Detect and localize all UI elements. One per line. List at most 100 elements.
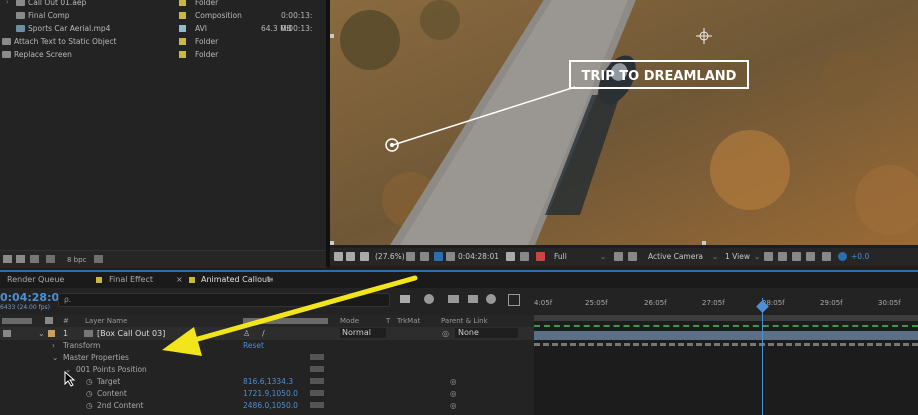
time-ruler[interactable]: 4:05f 25:05f 26:05f 27:05f 28:05f 29:05f 30:05… xyxy=(534,288,918,315)
transparency-grid-icon[interactable] xyxy=(446,252,455,261)
folder-icon xyxy=(2,38,11,45)
exposure-reset-icon[interactable] xyxy=(838,252,847,261)
pickwhip-icon[interactable]: ◎ xyxy=(442,327,449,340)
timeline-graph[interactable]: 4:05f 25:05f 26:05f 27:05f 28:05f 29:05f 30:05… xyxy=(534,288,918,415)
project-item[interactable]: Replace Screen Folder xyxy=(0,48,326,61)
draft-3d-icon[interactable] xyxy=(778,252,787,261)
project-item[interactable]: Final Comp Composition 0:00:13: xyxy=(0,9,326,22)
ruler-tick-label: 4:05f xyxy=(534,299,553,307)
current-time[interactable]: 0:04:28:01 xyxy=(458,252,499,261)
snapshot-icon[interactable] xyxy=(506,252,515,261)
property-row[interactable]: ⌄ 001 Points Position xyxy=(0,364,534,376)
stopwatch-icon[interactable]: ◷ xyxy=(86,400,93,412)
stopwatch-icon[interactable]: ◷ xyxy=(86,388,93,400)
show-snapshot-icon[interactable] xyxy=(520,252,529,261)
project-settings-icon[interactable] xyxy=(46,255,55,263)
column-layer-name[interactable]: Layer Name xyxy=(85,315,127,327)
project-item[interactable]: Sports Car Aerial.mp4 AVI 64.3 MB 0:00:13: xyxy=(0,22,326,35)
new-folder-icon[interactable] xyxy=(16,255,25,263)
magnification-dropdown[interactable]: (27.6%) xyxy=(375,252,405,261)
trash-icon[interactable] xyxy=(94,255,103,263)
motion-blur-icon[interactable] xyxy=(486,294,496,304)
project-item-type: AVI xyxy=(195,24,207,33)
expression-switch-icon[interactable] xyxy=(310,402,324,408)
twirl-icon[interactable]: › xyxy=(6,0,9,9)
region-of-interest-icon[interactable] xyxy=(434,252,443,261)
label-color-swatch[interactable] xyxy=(179,12,186,19)
timeline-tabs: Render Queue Final Effect × Animated Cal… xyxy=(0,270,918,288)
project-item[interactable]: › Call Out 01.aep Folder xyxy=(0,0,326,9)
camera-chevron-icon[interactable]: ⌄ xyxy=(712,252,718,261)
view-layout-dropdown[interactable]: 1 View xyxy=(725,252,750,261)
project-item-type: Folder xyxy=(195,50,219,59)
layer-twirl-icon[interactable]: ⌄ xyxy=(38,327,45,340)
frame-blending-icon[interactable] xyxy=(468,295,478,303)
work-area-bar[interactable] xyxy=(534,315,918,321)
shy-icon[interactable] xyxy=(448,295,459,303)
view-chevron-icon[interactable]: ⌄ xyxy=(754,252,760,261)
expression-switch-icon[interactable] xyxy=(310,366,324,372)
property-twirl-icon[interactable]: › xyxy=(52,340,55,352)
property-pickwhip-icon[interactable]: ◎ xyxy=(450,400,457,412)
expression-switch-icon[interactable] xyxy=(310,390,324,396)
expression-switch-icon[interactable] xyxy=(310,378,324,384)
folder-icon xyxy=(2,51,11,58)
column-parent[interactable]: Parent & Link xyxy=(441,315,488,327)
timeline-link-icon[interactable] xyxy=(806,252,815,261)
parent-dropdown[interactable]: None xyxy=(455,328,518,338)
viewer-footage: TRIP TO DREAMLAND xyxy=(330,0,918,245)
new-composition-icon[interactable] xyxy=(30,255,39,263)
layer-index: 1 xyxy=(63,329,69,338)
av-switches-icon[interactable] xyxy=(2,318,32,324)
property-name: Content xyxy=(97,389,127,398)
flowchart-icon[interactable] xyxy=(792,252,801,261)
label-color-swatch[interactable] xyxy=(179,51,186,58)
project-item-name: Final Comp xyxy=(28,11,70,20)
vr-icon[interactable] xyxy=(360,252,369,261)
stopwatch-icon[interactable]: ◷ xyxy=(86,376,93,388)
label-color-swatch[interactable] xyxy=(179,38,186,45)
resolution-dropdown[interactable]: Full xyxy=(554,252,567,261)
property-value[interactable]: 1721.9,1050.0 xyxy=(243,388,298,400)
layer-duration-bar[interactable] xyxy=(534,331,918,340)
property-name: Target xyxy=(97,377,121,386)
always-preview-icon[interactable] xyxy=(334,252,343,261)
property-value[interactable]: 2486.0,1050.0 xyxy=(243,400,298,412)
label-color-swatch[interactable] xyxy=(179,0,186,6)
mask-visibility-icon[interactable] xyxy=(346,252,355,261)
graph-editor-icon[interactable] xyxy=(508,294,520,306)
property-row[interactable]: ◷ 2nd Content 2486.0,1050.0 ◎ xyxy=(0,400,534,412)
property-twirl-icon[interactable]: ⌄ xyxy=(52,352,58,364)
project-item[interactable]: Attach Text to Static Object Folder xyxy=(0,35,326,48)
toggle-mask-icon[interactable] xyxy=(420,252,429,261)
interpret-footage-icon[interactable] xyxy=(3,255,12,263)
exposure-value[interactable]: +0.0 xyxy=(851,252,869,261)
preview-icon[interactable] xyxy=(822,252,831,261)
playhead-line[interactable] xyxy=(762,298,763,415)
tab-final-effect[interactable]: Final Effect xyxy=(109,275,153,284)
property-row[interactable]: ◷ Content 1721.9,1050.0 ◎ xyxy=(0,388,534,400)
label-tag-icon[interactable] xyxy=(45,317,53,324)
layer-label-color[interactable] xyxy=(48,330,55,337)
bpc-label[interactable]: 8 bpc xyxy=(67,256,86,264)
tab-render-queue[interactable]: Render Queue xyxy=(7,275,64,284)
render-cache-line xyxy=(534,325,918,329)
draft-3d-toggle-icon[interactable] xyxy=(424,294,434,304)
property-value[interactable]: 816.6,1334.3 xyxy=(243,376,293,388)
annotation-arrow xyxy=(162,275,418,356)
fast-previews-icon[interactable] xyxy=(614,252,623,261)
camera-dropdown[interactable]: Active Camera xyxy=(648,252,703,261)
property-row[interactable]: ◷ Target 816.6,1334.3 ◎ xyxy=(0,376,534,388)
property-pickwhip-icon[interactable]: ◎ xyxy=(450,376,457,388)
timeline-timecode[interactable]: 0:04:28:01 xyxy=(0,291,67,304)
channel-icon[interactable] xyxy=(536,252,545,261)
pixel-aspect-icon[interactable] xyxy=(764,252,773,261)
label-color-swatch[interactable] xyxy=(179,25,186,32)
resolution-chevron-icon[interactable]: ⌄ xyxy=(600,252,606,261)
composition-viewer[interactable]: TRIP TO DREAMLAND xyxy=(330,0,918,245)
composition-icon xyxy=(16,12,25,19)
transparency-toggle-icon[interactable] xyxy=(628,252,637,261)
property-pickwhip-icon[interactable]: ◎ xyxy=(450,388,457,400)
video-toggle-icon[interactable] xyxy=(3,330,11,337)
choose-grid-icon[interactable] xyxy=(406,252,415,261)
